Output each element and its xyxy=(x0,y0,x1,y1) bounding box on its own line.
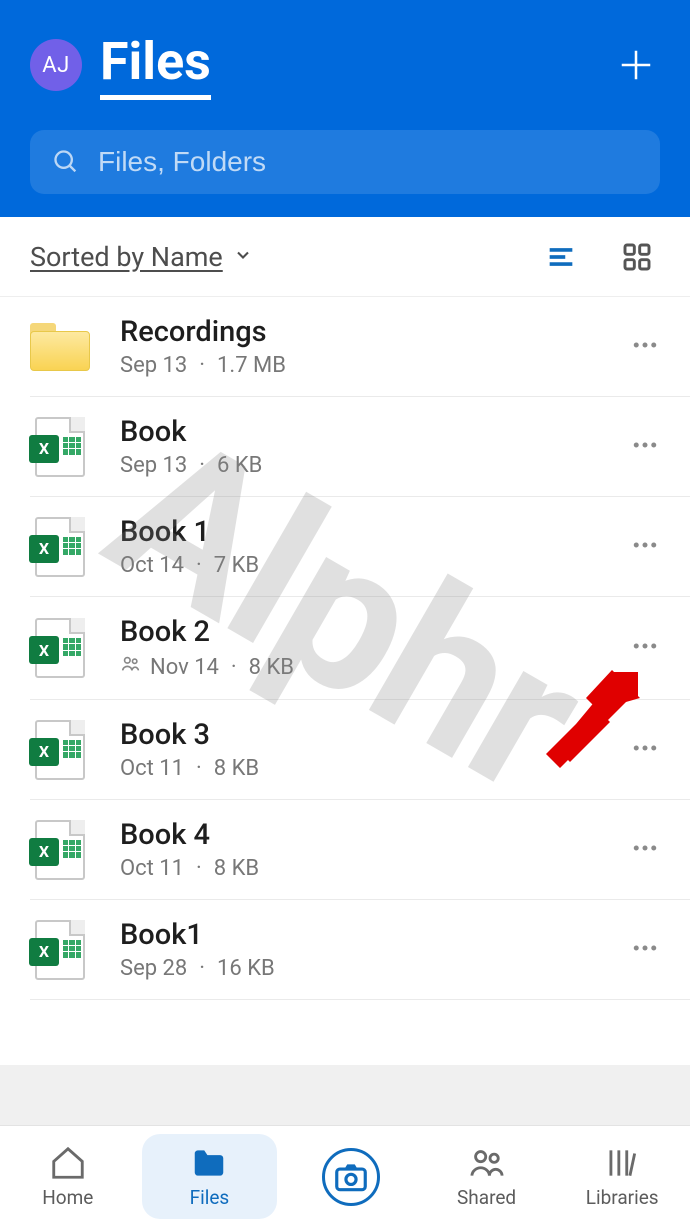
list-view-button[interactable] xyxy=(538,234,584,280)
file-date: Oct 14 xyxy=(120,553,184,578)
page-title[interactable]: Files xyxy=(100,31,211,100)
grid-view-button[interactable] xyxy=(614,234,660,280)
excel-file-icon: X xyxy=(30,618,90,678)
file-row[interactable]: X Book 1 Oct 14 7 KB xyxy=(30,497,690,597)
people-icon xyxy=(468,1144,506,1182)
tab-libraries[interactable]: Libraries xyxy=(554,1126,690,1227)
file-meta: Sep 13 1.7 MB xyxy=(120,353,620,378)
file-meta: Oct 11 8 KB xyxy=(120,756,620,781)
file-date: Sep 13 xyxy=(120,353,187,378)
libraries-icon xyxy=(603,1144,641,1182)
more-actions-button[interactable] xyxy=(620,530,660,564)
ellipsis-icon xyxy=(630,430,660,460)
file-meta: Sep 13 6 KB xyxy=(120,453,620,478)
tab-shared[interactable]: Shared xyxy=(419,1126,555,1227)
grid-view-icon xyxy=(621,241,653,273)
file-meta: Sep 28 16 KB xyxy=(120,956,620,981)
more-actions-button[interactable] xyxy=(620,933,660,967)
ellipsis-icon xyxy=(630,631,660,661)
file-date: Sep 13 xyxy=(120,453,187,478)
file-size: 7 KB xyxy=(214,553,259,578)
avatar[interactable]: AJ xyxy=(30,39,82,91)
more-actions-button[interactable] xyxy=(620,833,660,867)
file-row[interactable]: Recordings Sep 13 1.7 MB xyxy=(30,297,690,397)
ellipsis-icon xyxy=(630,933,660,963)
excel-file-icon: X xyxy=(30,417,90,477)
camera-icon xyxy=(332,1158,370,1196)
tab-camera[interactable] xyxy=(283,1126,419,1227)
file-size: 8 KB xyxy=(214,756,259,781)
search-bar[interactable] xyxy=(30,130,660,194)
search-icon xyxy=(52,148,80,176)
file-row[interactable]: X Book1 Sep 28 16 KB xyxy=(30,900,690,1000)
file-name: Recordings xyxy=(120,315,620,349)
file-meta: Oct 14 7 KB xyxy=(120,553,620,578)
file-size: 1.7 MB xyxy=(217,353,286,378)
tab-home-label: Home xyxy=(42,1186,93,1209)
file-name: Book1 xyxy=(120,918,620,952)
ellipsis-icon xyxy=(630,733,660,763)
tab-bar: Home Files Shared Libraries xyxy=(0,1125,690,1227)
tab-files-label: Files xyxy=(190,1186,230,1209)
search-input[interactable] xyxy=(98,146,638,178)
excel-file-icon: X xyxy=(30,920,90,980)
file-date: Sep 28 xyxy=(120,956,187,981)
file-meta: Nov 14 8 KB xyxy=(120,653,620,681)
more-actions-button[interactable] xyxy=(620,631,660,665)
file-size: 8 KB xyxy=(249,655,294,680)
plus-icon xyxy=(617,46,655,84)
ellipsis-icon xyxy=(630,530,660,560)
file-size: 16 KB xyxy=(217,956,275,981)
folder-icon xyxy=(190,1144,228,1182)
excel-file-icon: X xyxy=(30,720,90,780)
file-name: Book xyxy=(120,415,620,449)
file-date: Oct 11 xyxy=(120,756,184,781)
file-row[interactable]: X Book 2 Nov 14 8 KB xyxy=(30,597,690,700)
chevron-down-icon xyxy=(233,245,253,269)
home-icon xyxy=(49,1144,87,1182)
file-row[interactable]: X Book 4 Oct 11 8 KB xyxy=(30,800,690,900)
list-view-icon xyxy=(544,240,578,274)
camera-ring xyxy=(322,1148,380,1206)
folder-icon xyxy=(30,317,90,377)
more-actions-button[interactable] xyxy=(620,430,660,464)
excel-file-icon: X xyxy=(30,820,90,880)
more-actions-button[interactable] xyxy=(620,733,660,767)
sort-bar: Sorted by Name xyxy=(0,217,690,297)
file-size: 8 KB xyxy=(214,856,259,881)
file-name: Book 2 xyxy=(120,615,620,649)
tab-libraries-label: Libraries xyxy=(586,1186,659,1209)
bottom-spacer xyxy=(0,1065,690,1125)
file-size: 6 KB xyxy=(217,453,262,478)
ellipsis-icon xyxy=(630,833,660,863)
file-date: Nov 14 xyxy=(150,655,219,680)
sort-label[interactable]: Sorted by Name xyxy=(30,241,223,273)
header: AJ Files xyxy=(0,0,690,217)
ellipsis-icon xyxy=(630,330,660,360)
file-row[interactable]: X Book Sep 13 6 KB xyxy=(30,397,690,497)
add-button[interactable] xyxy=(612,41,660,89)
file-name: Book 4 xyxy=(120,818,620,852)
file-date: Oct 11 xyxy=(120,856,184,881)
tab-home[interactable]: Home xyxy=(0,1126,136,1227)
shared-icon xyxy=(120,653,142,681)
more-actions-button[interactable] xyxy=(620,330,660,364)
tab-files[interactable]: Files xyxy=(142,1134,278,1219)
tab-shared-label: Shared xyxy=(457,1186,516,1209)
file-meta: Oct 11 8 KB xyxy=(120,856,620,881)
file-name: Book 3 xyxy=(120,718,620,752)
file-row[interactable]: X Book 3 Oct 11 8 KB xyxy=(30,700,690,800)
file-name: Book 1 xyxy=(120,515,620,549)
file-list: Recordings Sep 13 1.7 MB X Book Sep 13 6 KB X Bo… xyxy=(0,297,690,1000)
excel-file-icon: X xyxy=(30,517,90,577)
